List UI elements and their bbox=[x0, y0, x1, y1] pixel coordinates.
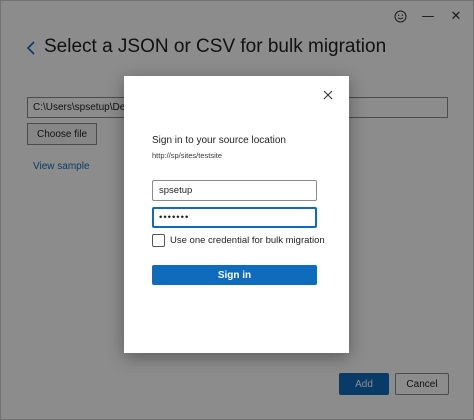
sign-in-dialog: Sign in to your source location http://s… bbox=[124, 76, 349, 353]
single-credential-option[interactable]: Use one credential for bulk migration bbox=[152, 234, 325, 247]
dialog-title: Sign in to your source location bbox=[152, 135, 286, 146]
sign-in-button[interactable]: Sign in bbox=[152, 265, 317, 285]
close-dialog-button[interactable] bbox=[321, 88, 335, 102]
source-url: http://sp/sites/testsite bbox=[152, 151, 223, 160]
single-credential-label: Use one credential for bulk migration bbox=[170, 235, 325, 246]
username-field[interactable]: spsetup bbox=[152, 180, 317, 201]
single-credential-checkbox[interactable] bbox=[152, 234, 165, 247]
close-icon bbox=[323, 90, 333, 100]
password-field[interactable]: ••••••• bbox=[152, 207, 317, 228]
